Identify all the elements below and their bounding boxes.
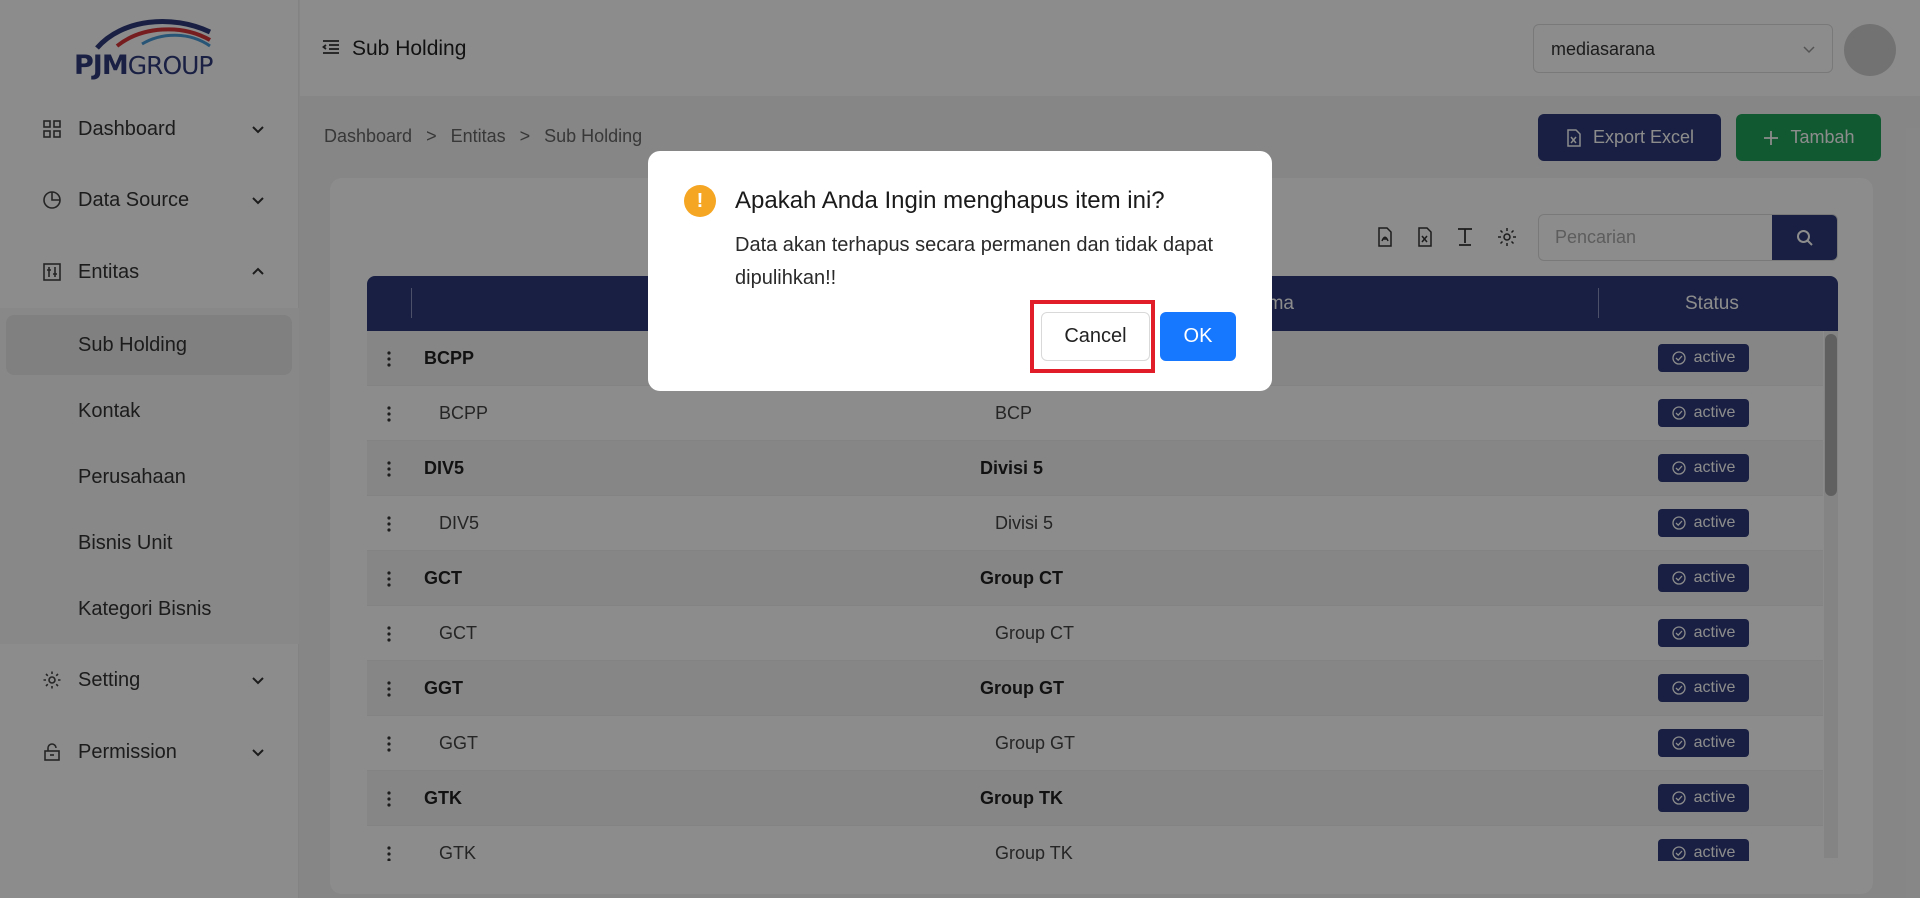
warning-icon: !: [684, 185, 716, 217]
dialog-title: Apakah Anda Ingin menghapus item ini?: [735, 187, 1165, 214]
confirm-delete-dialog: ! Apakah Anda Ingin menghapus item ini? …: [648, 151, 1272, 391]
modal-overlay[interactable]: [0, 0, 1920, 898]
dialog-message: Data akan terhapus secara permanen dan t…: [735, 234, 1214, 289]
ok-button[interactable]: OK: [1160, 312, 1236, 361]
cancel-highlight-box: [1030, 300, 1155, 373]
